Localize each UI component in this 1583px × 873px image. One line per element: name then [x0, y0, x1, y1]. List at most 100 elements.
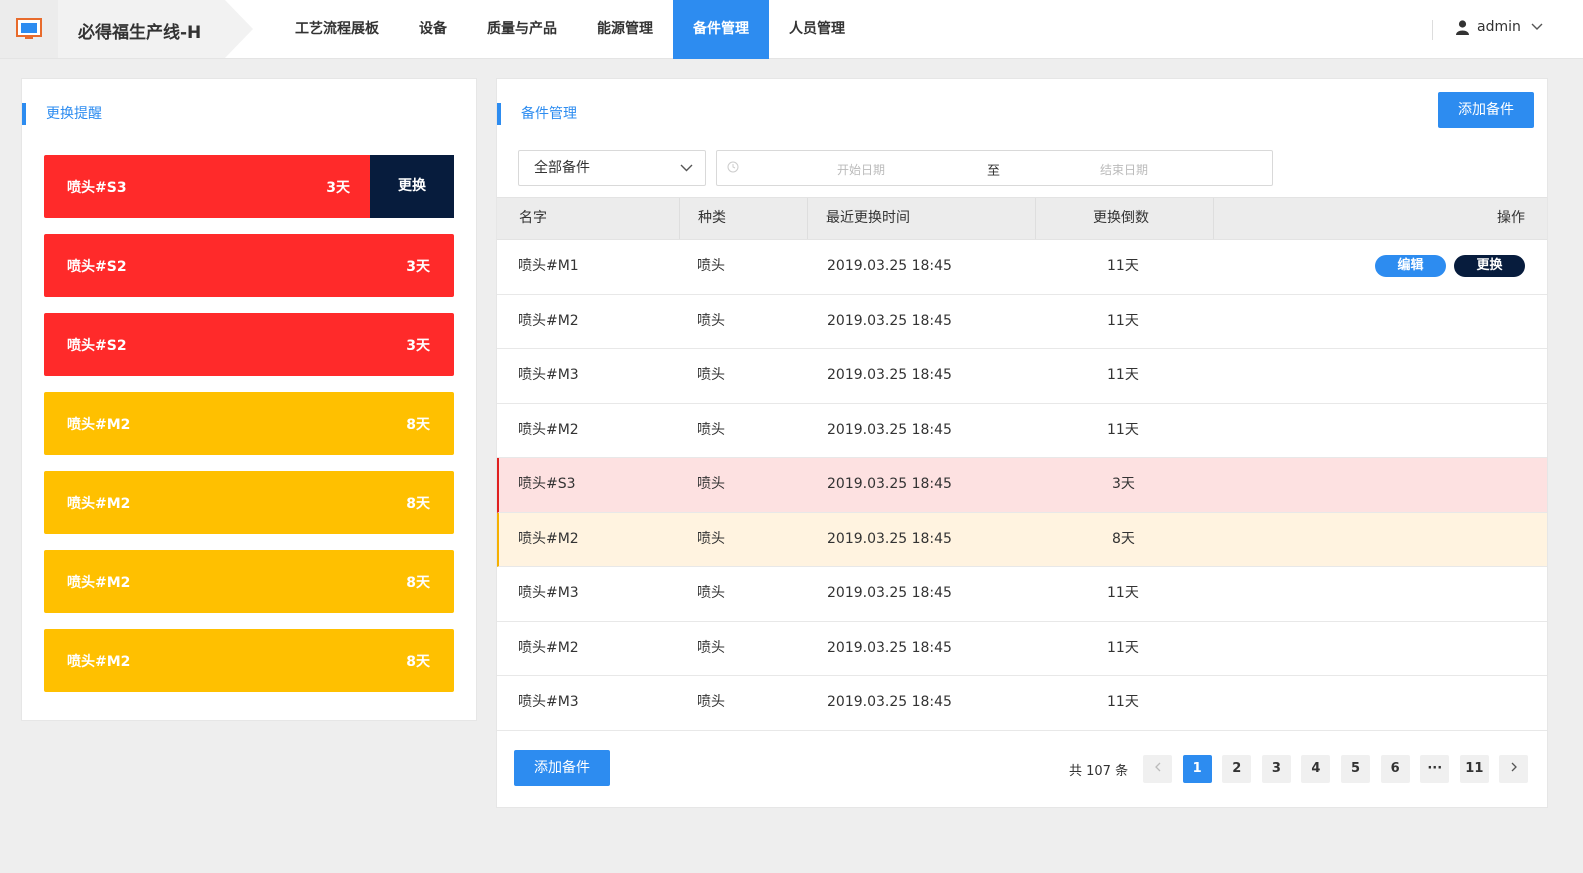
- cell-type: 喷头: [697, 639, 725, 656]
- reminder-item-days: 3天: [406, 338, 430, 354]
- spares-panel: 备件管理 添加备件 全部备件 开始日期 至 结束日期 名字 种类 最近更换时间 …: [496, 78, 1548, 808]
- table-row[interactable]: 喷头#M2 喷头 2019.03.25 18:45 11天: [497, 404, 1547, 458]
- cell-type: 喷头: [697, 530, 725, 547]
- spares-table-body: 喷头#M1 喷头 2019.03.25 18:45 11天 编辑 更换 喷头#M…: [497, 240, 1547, 731]
- cell-time: 2019.03.25 18:45: [827, 530, 952, 547]
- cell-countdown: 11天: [1107, 585, 1139, 601]
- cell-time: 2019.03.25 18:45: [827, 367, 952, 383]
- cell-time: 2019.03.25 18:45: [827, 258, 952, 274]
- reminder-item-days: 3天: [406, 259, 430, 275]
- cell-name: 喷头#M2: [518, 312, 579, 329]
- logo[interactable]: [0, 0, 58, 58]
- reminder-item[interactable]: 喷头#M2 8天: [44, 392, 454, 455]
- start-date-input[interactable]: 开始日期: [837, 161, 885, 178]
- table-row[interactable]: 喷头#M1 喷头 2019.03.25 18:45 11天 编辑 更换: [497, 240, 1547, 295]
- clock-icon: [727, 161, 739, 173]
- cell-name: 喷头#M3: [518, 694, 579, 710]
- row-actions: 编辑 更换: [1375, 255, 1533, 277]
- cell-time: 2019.03.25 18:45: [827, 639, 952, 656]
- reminder-item-days: 8天: [406, 654, 430, 670]
- nav-item-process-board[interactable]: 工艺流程展板: [275, 0, 399, 59]
- main-nav: 工艺流程展板 设备 质量与产品 能源管理 备件管理 人员管理: [275, 0, 865, 59]
- pagination: 共 107 条 1 2 3 4 5 6 ··· 11: [1069, 755, 1539, 783]
- reminder-item[interactable]: 喷头#M2 8天: [44, 550, 454, 613]
- page-ellipsis[interactable]: ···: [1420, 755, 1450, 783]
- date-range-picker[interactable]: 开始日期 至 结束日期: [716, 150, 1273, 186]
- column-header-last-replaced[interactable]: 最近更换时间: [807, 198, 1035, 239]
- cell-countdown: 11天: [1107, 367, 1139, 383]
- reminder-item[interactable]: 喷头#M2 8天: [44, 471, 454, 534]
- page-button[interactable]: 3: [1261, 755, 1291, 783]
- reminder-panel: 更换提醒 喷头#S3 3天 更换 喷头#S2 3天 喷头#S2 3天 喷头#M2…: [21, 78, 477, 721]
- reminder-item-name: 喷头#M2: [67, 654, 131, 670]
- nav-item-personnel[interactable]: 人员管理: [769, 0, 865, 59]
- date-separator: 至: [987, 164, 1001, 179]
- cell-name: 喷头#M3: [518, 367, 579, 383]
- chevron-down-icon: [1531, 23, 1543, 30]
- next-page-button[interactable]: [1499, 755, 1529, 783]
- chevron-right-icon: [1511, 762, 1517, 772]
- reminder-item-days: 8天: [406, 496, 430, 512]
- cell-countdown: 3天: [1112, 476, 1135, 492]
- reminder-item[interactable]: 喷头#S2 3天: [44, 313, 454, 376]
- cell-countdown: 11天: [1107, 258, 1139, 274]
- reminder-item[interactable]: 喷头#S3 3天 更换: [44, 155, 454, 218]
- top-bar: 必得福生产线-H 工艺流程展板 设备 质量与产品 能源管理 备件管理 人员管理 …: [0, 0, 1583, 59]
- cell-time: 2019.03.25 18:45: [827, 312, 952, 329]
- cell-time: 2019.03.25 18:45: [827, 585, 952, 601]
- add-spare-button[interactable]: 添加备件: [1438, 92, 1534, 128]
- page-button[interactable]: 6: [1380, 755, 1410, 783]
- cell-countdown: 11天: [1107, 312, 1139, 329]
- table-row[interactable]: 喷头#M3 喷头 2019.03.25 18:45 11天: [497, 676, 1547, 731]
- spares-title: 备件管理: [497, 103, 577, 125]
- column-header-type[interactable]: 种类: [679, 198, 807, 239]
- user-menu[interactable]: admin: [1456, 19, 1543, 35]
- edit-button[interactable]: 编辑: [1375, 255, 1446, 277]
- page-button[interactable]: 1: [1182, 755, 1212, 783]
- header-divider: [1432, 20, 1433, 40]
- cell-name: 喷头#S3: [518, 476, 576, 492]
- prev-page-button[interactable]: [1143, 755, 1173, 783]
- nav-item-equipment[interactable]: 设备: [399, 0, 467, 59]
- cell-name: 喷头#M3: [518, 585, 579, 601]
- page-button[interactable]: 11: [1459, 755, 1489, 783]
- nav-item-quality[interactable]: 质量与产品: [467, 0, 577, 59]
- table-row[interactable]: 喷头#M3 喷头 2019.03.25 18:45 11天: [497, 349, 1547, 404]
- table-row[interactable]: 喷头#M3 喷头 2019.03.25 18:45 11天: [497, 567, 1547, 622]
- reminder-item-name: 喷头#M2: [67, 417, 131, 433]
- nav-item-energy[interactable]: 能源管理: [577, 0, 673, 59]
- cell-name: 喷头#M2: [518, 639, 579, 656]
- replace-button[interactable]: 更换: [370, 155, 454, 218]
- replace-button[interactable]: 更换: [1454, 255, 1525, 277]
- cell-name: 喷头#M2: [518, 421, 579, 438]
- cell-type: 喷头: [697, 367, 725, 383]
- end-date-input[interactable]: 结束日期: [1100, 161, 1148, 178]
- page-button[interactable]: 4: [1301, 755, 1331, 783]
- pagination-total: 共 107 条: [1069, 763, 1129, 779]
- table-row[interactable]: 喷头#M2 喷头 2019.03.25 18:45 11天: [497, 295, 1547, 349]
- cell-type: 喷头: [697, 258, 725, 274]
- username: admin: [1477, 19, 1521, 35]
- reminder-item[interactable]: 喷头#M2 8天: [44, 629, 454, 692]
- brand-banner: 必得福生产线-H: [58, 0, 253, 58]
- add-spare-button-bottom[interactable]: 添加备件: [514, 750, 610, 786]
- cell-countdown: 11天: [1107, 421, 1139, 438]
- chevron-left-icon: [1154, 762, 1161, 772]
- table-row-danger[interactable]: 喷头#S3 喷头 2019.03.25 18:45 3天: [497, 458, 1547, 513]
- nav-item-spare-parts[interactable]: 备件管理: [673, 0, 769, 59]
- page-button[interactable]: 5: [1341, 755, 1371, 783]
- page-button[interactable]: 2: [1222, 755, 1252, 783]
- category-select[interactable]: 全部备件: [518, 150, 706, 186]
- table-row-warning[interactable]: 喷头#M2 喷头 2019.03.25 18:45 8天: [497, 512, 1547, 567]
- cell-type: 喷头: [697, 694, 725, 710]
- column-header-countdown[interactable]: 更换倒数: [1035, 198, 1213, 239]
- cell-name: 喷头#M1: [518, 258, 579, 274]
- reminder-item-name: 喷头#M2: [67, 575, 131, 591]
- user-icon: [1456, 19, 1469, 35]
- table-row[interactable]: 喷头#M2 喷头 2019.03.25 18:45 11天: [497, 622, 1547, 676]
- reminder-item[interactable]: 喷头#S2 3天: [44, 234, 454, 297]
- cell-name: 喷头#M2: [518, 530, 579, 547]
- column-header-name[interactable]: 名字: [519, 198, 547, 239]
- reminder-item-name: 喷头#S2: [67, 338, 127, 354]
- reminder-item-days: 8天: [406, 575, 430, 591]
